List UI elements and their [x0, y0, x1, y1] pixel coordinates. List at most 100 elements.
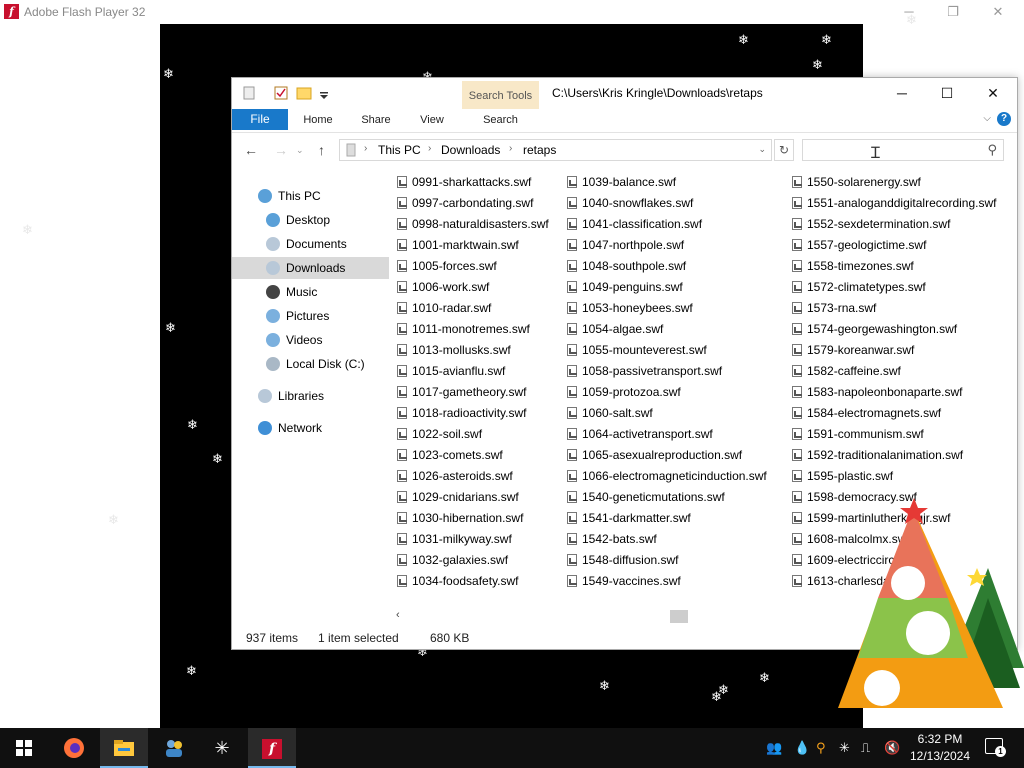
- file-item[interactable]: 0997-carbondating.swf: [397, 193, 533, 214]
- breadcrumb-this-pc[interactable]: This PC: [378, 143, 421, 157]
- back-arrow-icon[interactable]: ←: [244, 142, 258, 158]
- address-dropdown-icon[interactable]: ⌄: [758, 144, 766, 155]
- file-item[interactable]: 1595-plastic.swf: [792, 466, 893, 487]
- file-item[interactable]: 1552-sexdetermination.swf: [792, 214, 950, 235]
- search-tray-icon[interactable]: ⚲: [816, 728, 826, 768]
- tab-share[interactable]: Share: [352, 109, 400, 132]
- file-item[interactable]: 1573-rna.swf: [792, 298, 876, 319]
- file-item[interactable]: 1023-comets.swf: [397, 445, 503, 466]
- file-item[interactable]: 1049-penguins.swf: [567, 277, 683, 298]
- file-item[interactable]: 1551-analoganddigitalrecording.swf: [792, 193, 996, 214]
- breadcrumb-separator-icon[interactable]: ›: [428, 143, 431, 154]
- file-item[interactable]: 1039-balance.swf: [567, 172, 676, 193]
- file-item[interactable]: 1055-mounteverest.swf: [567, 340, 707, 361]
- file-item[interactable]: 1548-diffusion.swf: [567, 550, 679, 571]
- file-item[interactable]: 1029-cnidarians.swf: [397, 487, 519, 508]
- minimize-button[interactable]: ─: [882, 82, 922, 104]
- breadcrumb-downloads[interactable]: Downloads: [441, 143, 500, 157]
- recent-locations-chevron-icon[interactable]: ⌄: [296, 145, 304, 156]
- file-item[interactable]: 1032-galaxies.swf: [397, 550, 508, 571]
- file-item[interactable]: 1541-darkmatter.swf: [567, 508, 691, 529]
- search-input[interactable]: Ɪ ⚲: [802, 139, 1004, 162]
- nav-item-music[interactable]: Music: [266, 281, 317, 303]
- file-item[interactable]: 0991-sharkattacks.swf: [397, 172, 531, 193]
- properties-icon[interactable]: [242, 86, 258, 100]
- file-item[interactable]: 1022-soil.swf: [397, 424, 482, 445]
- flash-restore-button[interactable]: ❐: [938, 2, 968, 22]
- file-item[interactable]: 1058-passivetransport.swf: [567, 361, 722, 382]
- file-item[interactable]: 1053-honeybees.swf: [567, 298, 693, 319]
- file-item[interactable]: 1579-koreanwar.swf: [792, 340, 914, 361]
- file-item[interactable]: 1060-salt.swf: [567, 403, 653, 424]
- breadcrumb-separator-icon[interactable]: ›: [509, 143, 512, 154]
- file-item[interactable]: 1018-radioactivity.swf: [397, 403, 527, 424]
- file-item[interactable]: 1005-forces.swf: [397, 256, 497, 277]
- help-icon[interactable]: ?: [997, 112, 1011, 126]
- file-item[interactable]: 1064-activetransport.swf: [567, 424, 713, 445]
- scroll-left-icon[interactable]: ‹: [396, 609, 400, 621]
- refresh-button[interactable]: ↻: [774, 139, 794, 161]
- file-item[interactable]: 1059-protozoa.swf: [567, 382, 681, 403]
- customize-qat-icon[interactable]: [316, 86, 332, 100]
- file-item[interactable]: 1540-geneticmutations.swf: [567, 487, 725, 508]
- file-item[interactable]: 1054-algae.swf: [567, 319, 663, 340]
- flash-close-button[interactable]: ✕: [983, 2, 1013, 22]
- taskbar-firefox[interactable]: [50, 728, 98, 768]
- network-tray-icon[interactable]: ⎍: [861, 728, 870, 768]
- file-item[interactable]: 1034-foodsafety.swf: [397, 571, 519, 592]
- file-item[interactable]: 1592-traditionalanimation.swf: [792, 445, 963, 466]
- taskbar-file-explorer[interactable]: [100, 728, 148, 768]
- file-item[interactable]: 1557-geologictime.swf: [792, 235, 926, 256]
- file-item[interactable]: 1572-climatetypes.swf: [792, 277, 926, 298]
- file-item[interactable]: 1030-hibernation.swf: [397, 508, 523, 529]
- file-item[interactable]: 1040-snowflakes.swf: [567, 193, 693, 214]
- file-item[interactable]: 1031-milkyway.swf: [397, 529, 512, 550]
- clock[interactable]: 6:32 PM 12/13/2024: [904, 731, 976, 765]
- maximize-button[interactable]: ☐: [927, 82, 967, 104]
- up-arrow-icon[interactable]: ↑: [318, 142, 325, 158]
- tab-home[interactable]: Home: [294, 109, 342, 132]
- nav-item-network[interactable]: Network: [258, 417, 322, 439]
- breadcrumb-retaps[interactable]: retaps: [523, 143, 556, 157]
- file-item[interactable]: 1583-napoleonbonaparte.swf: [792, 382, 962, 403]
- nav-item-downloads[interactable]: Downloads: [232, 257, 389, 279]
- file-item[interactable]: 1026-asteroids.swf: [397, 466, 513, 487]
- nav-item-libraries[interactable]: Libraries: [258, 385, 324, 407]
- expand-ribbon-icon[interactable]: ⌵: [983, 113, 991, 124]
- nav-item-documents[interactable]: Documents: [266, 233, 347, 255]
- taskbar-snowflake-app[interactable]: ✳: [198, 728, 246, 768]
- file-item[interactable]: 1065-asexualreproduction.swf: [567, 445, 742, 466]
- file-item[interactable]: 1041-classification.swf: [567, 214, 702, 235]
- tab-view[interactable]: View: [408, 109, 456, 132]
- close-button[interactable]: ✕: [973, 82, 1013, 104]
- forward-arrow-icon[interactable]: →: [274, 142, 288, 158]
- new-folder-icon[interactable]: [296, 86, 312, 100]
- file-item[interactable]: 1048-southpole.swf: [567, 256, 686, 277]
- file-item[interactable]: 1558-timezones.swf: [792, 256, 914, 277]
- checklist-icon[interactable]: [274, 86, 290, 100]
- nav-item-pictures[interactable]: Pictures: [266, 305, 329, 327]
- file-item[interactable]: 1574-georgewashington.swf: [792, 319, 957, 340]
- file-item[interactable]: 1550-solarenergy.swf: [792, 172, 921, 193]
- tab-file[interactable]: File: [232, 109, 288, 130]
- droplet-tray-icon[interactable]: 💧: [794, 728, 810, 768]
- taskbar-flash-player[interactable]: f: [248, 728, 296, 768]
- file-item[interactable]: 1582-caffeine.swf: [792, 361, 901, 382]
- file-item[interactable]: 1047-northpole.swf: [567, 235, 684, 256]
- search-icon[interactable]: ⚲: [987, 142, 997, 158]
- file-item[interactable]: 0998-naturaldisasters.swf: [397, 214, 549, 235]
- people-tray-icon[interactable]: 👥: [766, 728, 782, 768]
- nav-item-local-disk[interactable]: Local Disk (C:): [266, 353, 365, 375]
- address-field[interactable]: › This PC › Downloads › retaps ⌄: [339, 139, 772, 161]
- file-item[interactable]: 1011-monotremes.swf: [397, 319, 530, 340]
- snowflake-tray-icon[interactable]: ✳: [839, 728, 850, 768]
- file-item[interactable]: 1013-mollusks.swf: [397, 340, 511, 361]
- file-item[interactable]: 1017-gametheory.swf: [397, 382, 527, 403]
- file-item[interactable]: 1010-radar.swf: [397, 298, 491, 319]
- file-item[interactable]: 1015-avianflu.swf: [397, 361, 505, 382]
- file-item[interactable]: 1549-vaccines.swf: [567, 571, 681, 592]
- tab-search[interactable]: Search: [462, 109, 539, 132]
- file-item[interactable]: 1542-bats.swf: [567, 529, 657, 550]
- file-item[interactable]: 1066-electromagneticinduction.swf: [567, 466, 767, 487]
- start-button[interactable]: [0, 728, 48, 768]
